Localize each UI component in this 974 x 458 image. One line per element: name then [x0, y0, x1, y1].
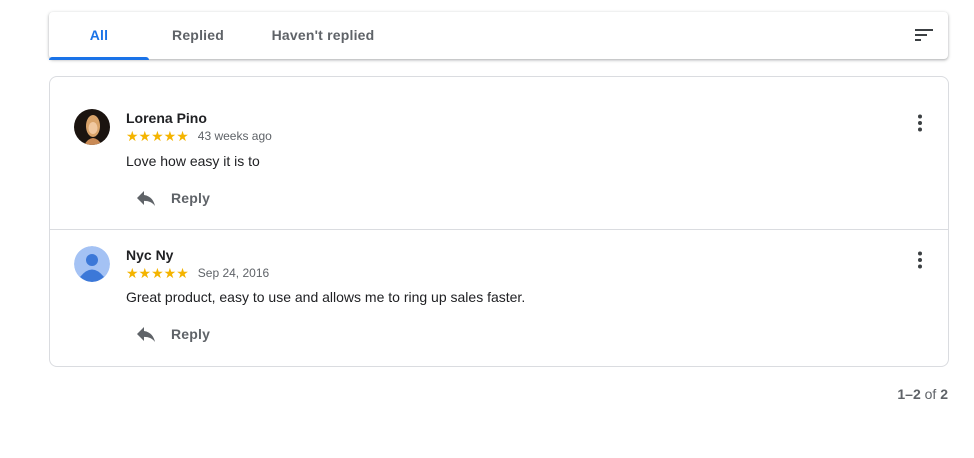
active-tab-indicator [49, 57, 149, 60]
reply-button[interactable]: Reply [130, 318, 210, 350]
pagination-range: 1–2 [897, 386, 921, 402]
review-tabs-bar: All Replied Haven't replied [49, 12, 948, 60]
default-person-avatar-icon [74, 246, 110, 282]
reviewer-avatar [74, 109, 110, 145]
reply-label: Reply [171, 190, 211, 206]
reviews-list: Lorena Pino ★★★★★ 43 weeks ago Love how … [49, 76, 949, 367]
more-options-button[interactable] [908, 111, 932, 135]
pagination-total: 2 [940, 386, 948, 402]
tab-havent-replied[interactable]: Haven't replied [258, 12, 388, 59]
more-vert-icon [918, 114, 922, 132]
review-meta: ★★★★★ 43 weeks ago [126, 128, 272, 144]
pagination-summary: 1–2 of 2 [897, 386, 948, 402]
review-date: 43 weeks ago [197, 129, 272, 143]
review-meta: ★★★★★ Sep 24, 2016 [126, 265, 269, 281]
pagination-of: of [924, 386, 937, 402]
photo-avatar-icon [74, 109, 110, 145]
tab-replied[interactable]: Replied [149, 12, 247, 59]
review-text: Love how easy it is to [126, 153, 260, 169]
tab-all[interactable]: All [49, 12, 149, 59]
reviewer-name: Lorena Pino [126, 110, 207, 126]
review-item: Lorena Pino ★★★★★ 43 weeks ago Love how … [50, 77, 948, 230]
sort-filter-button[interactable] [910, 21, 938, 49]
more-vert-icon [918, 251, 922, 269]
star-rating: ★★★★★ [126, 265, 189, 281]
reply-icon [137, 327, 155, 342]
reply-icon [137, 191, 155, 206]
review-item: Nyc Ny ★★★★★ Sep 24, 2016 Great product,… [50, 230, 948, 367]
review-text: Great product, easy to use and allows me… [126, 289, 526, 305]
reviewer-avatar [74, 246, 110, 282]
reviewer-name: Nyc Ny [126, 247, 174, 263]
star-rating: ★★★★★ [126, 128, 189, 144]
more-options-button[interactable] [908, 248, 932, 272]
review-date: Sep 24, 2016 [197, 266, 270, 280]
reply-label: Reply [171, 326, 211, 342]
reply-button[interactable]: Reply [130, 182, 210, 214]
sort-filter-icon [915, 29, 933, 41]
